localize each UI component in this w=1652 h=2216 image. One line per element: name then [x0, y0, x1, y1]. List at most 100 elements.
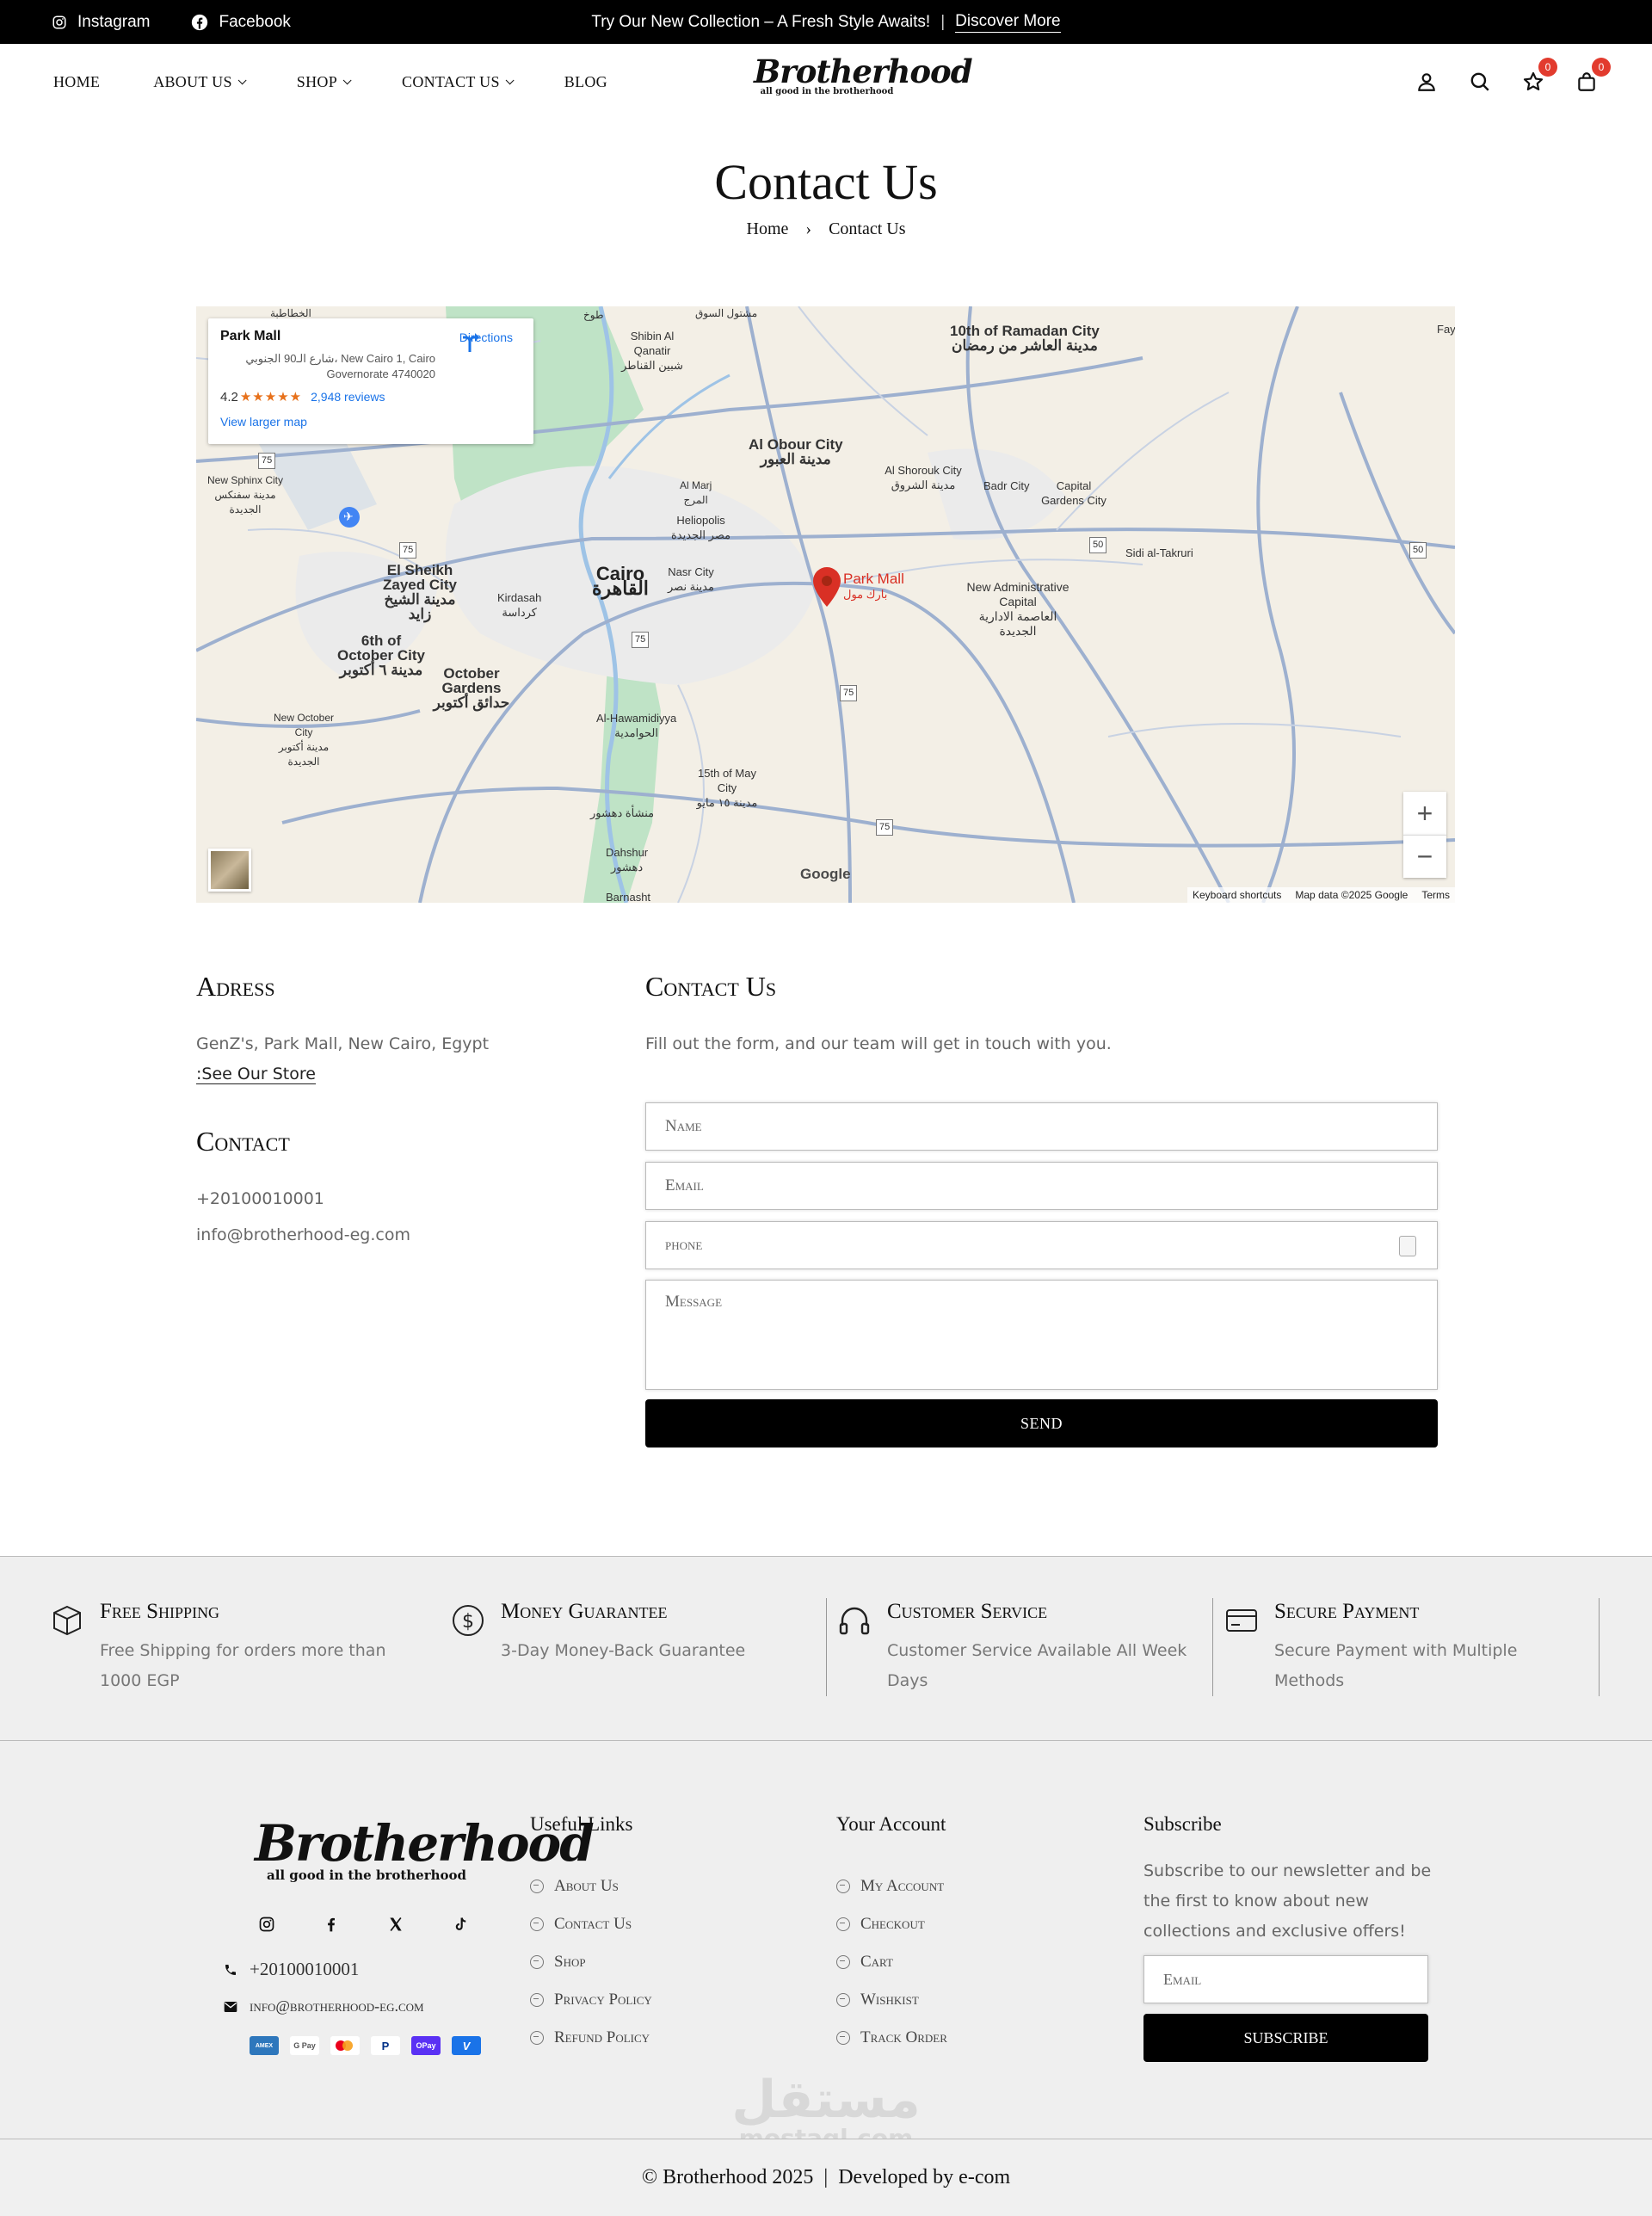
rating-value: 4.2: [220, 389, 238, 404]
footer-link-checkout[interactable]: Checkout: [836, 1905, 947, 1943]
google-logo: Google: [800, 864, 851, 884]
useful-links-heading: Useful Links: [530, 1813, 633, 1835]
main-nav: HOME ABOUT US SHOP CONTACT US BLOG: [53, 44, 607, 120]
svg-text:$: $: [462, 1611, 474, 1633]
nav-label: SHOP: [296, 72, 338, 90]
map-label: Al Shorouk City مدينة الشروق: [885, 463, 962, 492]
footer-link-wishlist[interactable]: Wishkist: [836, 1981, 947, 2019]
site-logo[interactable]: Brotherhood all good in the brotherhood: [754, 52, 973, 96]
account-button[interactable]: [1413, 68, 1440, 96]
keyboard-shortcuts-link[interactable]: Keyboard shortcuts: [1193, 889, 1281, 901]
footer-email[interactable]: info@brotherhood-eg.com: [224, 1997, 424, 2015]
footer-link-shop[interactable]: Shop: [530, 1943, 652, 1981]
number-spinner[interactable]: [1399, 1236, 1416, 1256]
footer-link-refund-policy[interactable]: Refund Policy: [530, 2019, 652, 2057]
nav-home[interactable]: HOME: [53, 73, 100, 91]
footer-link-track-order[interactable]: Track Order: [836, 2019, 947, 2057]
contact-email[interactable]: info@brotherhood-eg.com: [196, 1225, 410, 1244]
map-data-credit: Map data ©2025 Google: [1295, 889, 1409, 901]
discover-more-link[interactable]: Discover More: [955, 12, 1061, 33]
payment-methods: AMEX G Pay P OPay V: [250, 2036, 481, 2055]
airplane-icon: ✈: [343, 510, 354, 524]
message-textarea[interactable]: Message: [645, 1280, 1438, 1390]
x-twitter-icon[interactable]: [387, 1916, 404, 1933]
logo-tagline: all good in the brotherhood: [760, 87, 894, 96]
reviews-link[interactable]: 2,948 reviews: [311, 390, 385, 404]
map-label-text: Barnasht: [606, 891, 651, 903]
facebook-icon[interactable]: [323, 1916, 340, 1933]
map-label: New Sphinx City مدينة سفنكس الجديدة: [206, 473, 284, 517]
footer-email-address: info@brotherhood-eg.com: [250, 1997, 424, 2015]
map-label: منشأة دهشور: [590, 806, 654, 820]
arrow-circle-icon: [836, 1993, 850, 2007]
send-button[interactable]: SEND: [645, 1399, 1438, 1447]
breadcrumb-home[interactable]: Home: [747, 219, 789, 239]
breadcrumb-separator: ›: [805, 219, 812, 238]
map-label-text: Shibin Al Qanatir: [630, 330, 675, 357]
nav-blog[interactable]: BLOG: [564, 73, 607, 91]
map-label: 6th of October City مدينة ٦ أكتوبر: [334, 633, 428, 677]
terms-link[interactable]: Terms: [1421, 889, 1450, 901]
feature-divider: [1599, 1598, 1600, 1696]
footer-link-cart[interactable]: Cart: [836, 1943, 947, 1981]
feature-money-guarantee: $ Money Guarantee 3-Day Money-Back Guara…: [451, 1600, 812, 1696]
map-label-text: الخطاطبة: [270, 307, 311, 319]
map-label: Fay: [1437, 322, 1455, 336]
arrow-circle-icon: [836, 1880, 850, 1893]
footer-link-label: Cart: [860, 1953, 893, 1971]
message-placeholder: Message: [665, 1293, 723, 1311]
name-input[interactable]: Name: [645, 1102, 1438, 1151]
footer-link-about-us[interactable]: About Us: [530, 1867, 652, 1905]
road-shield: 75: [399, 542, 417, 559]
zoom-in-button[interactable]: +: [1403, 792, 1446, 835]
footer-link-privacy-policy[interactable]: Privacy Policy: [530, 1981, 652, 2019]
instagram-icon[interactable]: [258, 1916, 275, 1933]
map-label-text: القاهرة: [592, 577, 649, 599]
nav-contact-us[interactable]: CONTACT US: [402, 73, 515, 91]
chevron-down-icon: [342, 75, 352, 84]
feature-free-shipping: Free Shipping Free Shipping for orders m…: [50, 1600, 428, 1696]
map-marker-label[interactable]: Park Mall بارك مول: [843, 571, 904, 602]
footer-logo[interactable]: Brotherhood all good in the brotherhood: [255, 1816, 595, 1883]
subscribe-button[interactable]: SUBSCRIBE: [1143, 2014, 1428, 2062]
google-map[interactable]: 10th of Ramadan City مدينة العاشر من رمضا…: [196, 306, 1455, 903]
footer-link-contact-us[interactable]: Contact Us: [530, 1905, 652, 1943]
contact-heading: Contact: [196, 1126, 290, 1157]
map-label: Badr City: [983, 478, 1029, 493]
subscribe-email-input[interactable]: Email: [1143, 1955, 1428, 2003]
footer-link-my-account[interactable]: My Account: [836, 1867, 947, 1905]
map-label: New October City مدينة أكتوبر الجديدة: [269, 711, 338, 769]
footer-link-label: About Us: [554, 1877, 619, 1895]
cart-count-badge: 0: [1592, 58, 1611, 77]
phone-input[interactable]: phone: [645, 1221, 1438, 1269]
nav-about-us[interactable]: ABOUT US: [153, 73, 247, 91]
email-input[interactable]: Email: [645, 1162, 1438, 1210]
view-larger-map-link[interactable]: View larger map: [220, 415, 521, 429]
map-label-text: مدينة العبور: [760, 451, 831, 467]
road-shield: 75: [258, 453, 276, 469]
map-attribution: Keyboard shortcuts Map data ©2025 Google…: [1187, 887, 1455, 903]
footer-link-label: Shop: [554, 1953, 586, 1971]
zoom-out-button[interactable]: −: [1403, 835, 1446, 878]
wishlist-button[interactable]: 0: [1519, 58, 1557, 96]
map-label-text: مصر الجديدة: [671, 528, 731, 541]
name-placeholder: Name: [665, 1117, 702, 1135]
developer-credit[interactable]: Developed by e-com: [838, 2166, 1010, 2189]
footer-phone[interactable]: +20100010001: [224, 1959, 359, 1980]
map-type-toggle[interactable]: [208, 849, 251, 892]
nav-shop[interactable]: SHOP: [296, 72, 352, 91]
logo-brand: Brotherhood: [754, 52, 973, 90]
directions-button[interactable]: Directions: [459, 330, 513, 352]
map-label-text: Capital Gardens City: [1041, 479, 1106, 507]
search-button[interactable]: [1466, 68, 1494, 96]
tiktok-icon[interactable]: [452, 1916, 469, 1933]
map-label-text: El Sheikh Zayed City: [383, 562, 457, 593]
cart-button[interactable]: 0: [1573, 58, 1611, 96]
opay-icon: OPay: [411, 2036, 441, 2055]
contact-phone[interactable]: +20100010001: [196, 1189, 324, 1208]
see-our-store-link[interactable]: :See Our Store: [196, 1065, 316, 1084]
map-label: مشتول السوق: [695, 306, 757, 321]
wishlist-count-badge: 0: [1538, 58, 1557, 77]
arrow-circle-icon: [530, 1993, 544, 2007]
features-band: Free Shipping Free Shipping for orders m…: [0, 1556, 1652, 1741]
